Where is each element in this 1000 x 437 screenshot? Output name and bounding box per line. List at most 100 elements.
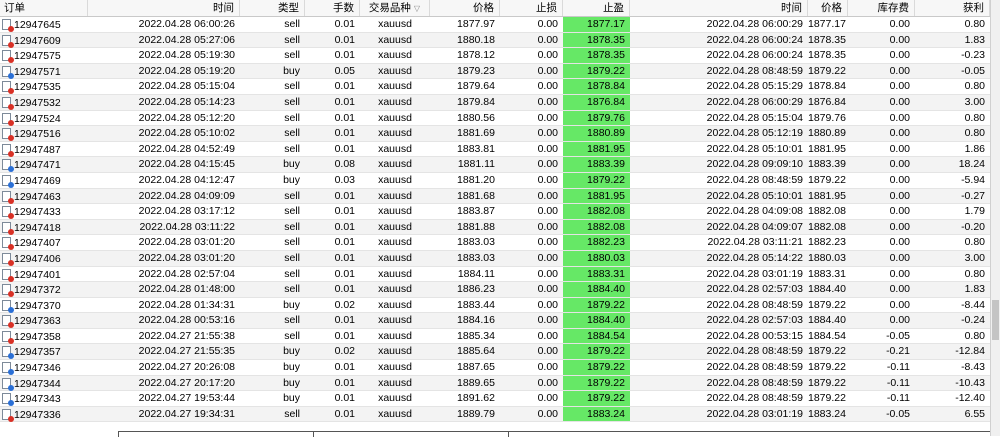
table-row[interactable]: 12947336 2022.04.27 19:34:31 sell 0.01 xauus… xyxy=(0,406,990,423)
table-row[interactable]: 12947609 2022.04.28 05:27:06 sell 0.01 xauus… xyxy=(0,32,990,49)
cell-symbol: xauusd xyxy=(378,127,412,140)
table-row[interactable]: 12947532 2022.04.28 05:14:23 sell 0.01 xauus… xyxy=(0,94,990,111)
cell-profit: 0.80 xyxy=(964,127,985,140)
cell-profit: -10.43 xyxy=(955,376,985,389)
table-row[interactable]: 12947463 2022.04.28 04:09:09 sell 0.01 xauus… xyxy=(0,188,990,205)
scrollbar-thumb[interactable] xyxy=(992,300,999,340)
cell-order: 12947363 xyxy=(0,313,88,329)
cell-open-price: 1877.97 xyxy=(457,18,495,30)
col-header-lots[interactable]: 手数 xyxy=(305,0,360,16)
cell-open-price: 1886.23 xyxy=(457,283,495,296)
cell-swap: 0.00 xyxy=(889,314,910,327)
col-header-close-time[interactable]: 时间 xyxy=(630,0,808,16)
table-row[interactable]: 12947471 2022.04.28 04:15:45 buy 0.08 xauusd… xyxy=(0,157,990,173)
order-number: 12947516 xyxy=(14,128,61,141)
col-header-profit[interactable]: 获利 xyxy=(915,0,990,16)
table-row[interactable]: 12947370 2022.04.28 01:34:31 buy 0.02 xauusd… xyxy=(0,297,990,314)
cell-open-time: 2022.04.28 03:01:20 xyxy=(138,251,235,264)
cell-open-price: 1885.34 xyxy=(457,329,495,342)
table-row[interactable]: 12947645 2022.04.28 06:00:26 sell 0.01 xauus… xyxy=(0,17,990,33)
cell-order: 12947406 xyxy=(0,251,88,266)
cell-close-price: 1879.22 xyxy=(808,361,846,374)
table-row[interactable]: 12947571 2022.04.28 05:19:20 buy 0.05 xauusd… xyxy=(0,63,990,80)
cell-type: sell xyxy=(284,142,300,155)
table-row[interactable]: 12947524 2022.04.28 05:12:20 sell 0.01 xauus… xyxy=(0,110,990,127)
cell-profit: 0.80 xyxy=(964,111,985,124)
sell-order-icon xyxy=(2,96,14,110)
col-header-order[interactable]: 订单 xyxy=(0,0,88,16)
table-row[interactable]: 12947433 2022.04.28 03:17:12 sell 0.01 xauus… xyxy=(0,204,990,220)
cell-swap: 0.00 xyxy=(889,205,910,218)
cell-close-price: 1879.76 xyxy=(808,111,846,124)
cell-order: 12947524 xyxy=(0,111,88,126)
cell-take-profit: 1882.08 xyxy=(563,204,630,219)
cell-close-time: 2022.04.28 05:14:22 xyxy=(706,251,803,264)
cell-close-price: 1879.22 xyxy=(808,345,846,358)
table-row[interactable]: 12947357 2022.04.27 21:55:35 buy 0.02 xauusd… xyxy=(0,344,990,361)
table-row[interactable]: 12947346 2022.04.27 20:26:08 buy 0.01 xauusd… xyxy=(0,360,990,376)
cell-lots: 0.01 xyxy=(334,376,355,389)
vertical-scrollbar[interactable] xyxy=(990,0,1000,436)
col-header-tp[interactable]: 止盈 xyxy=(563,0,630,16)
col-header-symbol-label: 交易品种 xyxy=(368,2,411,14)
cell-stop-loss: 0.00 xyxy=(537,283,558,296)
col-header-time[interactable]: 时间 xyxy=(88,0,240,16)
cell-type: sell xyxy=(284,329,300,342)
table-row[interactable]: 12947358 2022.04.27 21:55:38 sell 0.01 xauus… xyxy=(0,328,990,345)
cell-lots: 0.02 xyxy=(334,345,355,358)
cell-type: sell xyxy=(284,111,300,124)
buy-order-icon xyxy=(2,377,14,391)
table-row[interactable]: 12947372 2022.04.28 01:48:00 sell 0.01 xauus… xyxy=(0,282,990,298)
cell-swap: 0.00 xyxy=(889,236,910,249)
cell-order: 12947346 xyxy=(0,360,88,376)
cell-close-time: 2022.04.28 06:00:29 xyxy=(706,18,803,30)
cell-type: sell xyxy=(284,205,300,218)
cell-profit: 3.00 xyxy=(964,95,985,108)
table-row[interactable]: 12947487 2022.04.28 04:52:49 sell 0.01 xauus… xyxy=(0,141,990,158)
order-number: 12947463 xyxy=(14,190,61,203)
col-header-sl[interactable]: 止损 xyxy=(500,0,563,16)
table-row[interactable]: 12947418 2022.04.28 03:11:22 sell 0.01 xauus… xyxy=(0,219,990,236)
cell-close-price: 1883.24 xyxy=(808,407,846,420)
sell-order-icon xyxy=(2,50,14,64)
col-header-type[interactable]: 类型 xyxy=(240,0,305,16)
cell-close-time: 2022.04.28 02:57:03 xyxy=(706,283,803,296)
col-header-close-price[interactable]: 价格 xyxy=(808,0,848,16)
cell-order: 12947357 xyxy=(0,344,88,360)
table-row[interactable]: 12947344 2022.04.27 20:17:20 buy 0.01 xauusd… xyxy=(0,375,990,392)
table-row[interactable]: 12947469 2022.04.28 04:12:47 buy 0.03 xauusd… xyxy=(0,172,990,189)
table-row[interactable]: 12947575 2022.04.28 05:19:30 sell 0.01 xauus… xyxy=(0,48,990,64)
cell-open-price: 1879.84 xyxy=(457,95,495,108)
sell-order-icon xyxy=(2,237,14,251)
col-header-symbol[interactable]: 交易品种 ▽ xyxy=(360,0,430,16)
cell-symbol: xauusd xyxy=(378,220,412,233)
cell-open-price: 1883.03 xyxy=(457,251,495,264)
cell-open-time: 2022.04.28 03:17:12 xyxy=(138,205,235,218)
cell-close-price: 1877.17 xyxy=(808,18,846,30)
table-row[interactable]: 12947535 2022.04.28 05:15:04 sell 0.01 xauus… xyxy=(0,79,990,95)
table-row[interactable]: 12947401 2022.04.28 02:57:04 sell 0.01 xauus… xyxy=(0,266,990,283)
cell-swap: 0.00 xyxy=(889,80,910,93)
sort-descending-icon: ▽ xyxy=(413,4,421,13)
cell-stop-loss: 0.00 xyxy=(537,236,558,249)
sell-order-icon xyxy=(2,221,14,235)
cell-stop-loss: 0.00 xyxy=(537,33,558,46)
table-row[interactable]: 12947406 2022.04.28 03:01:20 sell 0.01 xauus… xyxy=(0,250,990,267)
cell-open-price: 1881.11 xyxy=(457,158,495,171)
table-row[interactable]: 12947363 2022.04.28 00:53:16 sell 0.01 xauus… xyxy=(0,313,990,329)
col-header-swap[interactable]: 库存费 xyxy=(848,0,915,16)
buy-order-icon xyxy=(2,299,14,313)
col-header-price[interactable]: 价格 xyxy=(430,0,500,16)
cell-open-price: 1885.64 xyxy=(457,345,495,358)
cell-lots: 0.01 xyxy=(334,142,355,155)
cell-take-profit: 1879.22 xyxy=(563,375,630,391)
table-row[interactable]: 12947407 2022.04.28 03:01:20 sell 0.01 xauus… xyxy=(0,235,990,251)
cell-type: sell xyxy=(284,314,300,327)
cell-order: 12947344 xyxy=(0,376,88,391)
cell-close-time: 2022.04.28 04:09:07 xyxy=(706,220,803,233)
cell-close-time: 2022.04.28 03:01:19 xyxy=(706,407,803,420)
cell-open-price: 1884.16 xyxy=(457,314,495,327)
table-row[interactable]: 12947516 2022.04.28 05:10:02 sell 0.01 xauus… xyxy=(0,126,990,142)
table-row[interactable]: 12947343 2022.04.27 19:53:44 buy 0.01 xauusd… xyxy=(0,391,990,407)
cell-stop-loss: 0.00 xyxy=(537,329,558,342)
